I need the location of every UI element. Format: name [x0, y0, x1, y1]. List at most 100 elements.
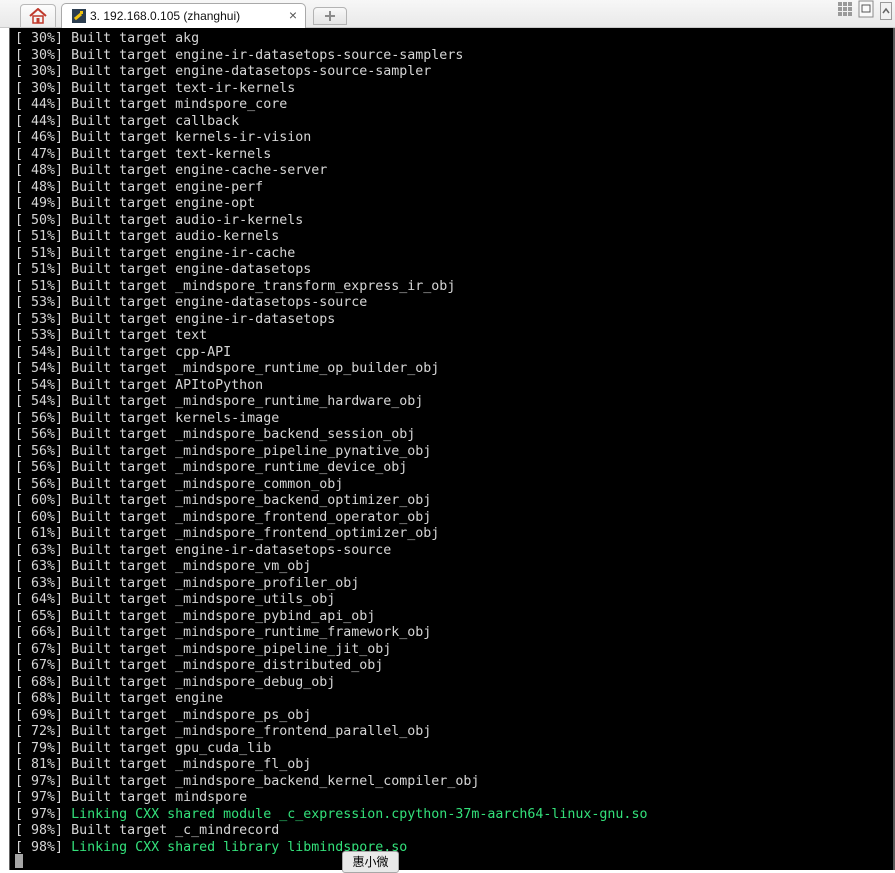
line-message: Built target audio-kernels: [71, 229, 280, 244]
line-percent: [ 60%]: [15, 493, 64, 508]
line-percent: [ 98%]: [15, 823, 64, 838]
line-message: Built target _mindspore_backend_optimize…: [71, 493, 432, 508]
line-message: Built target engine-perf: [71, 179, 264, 195]
line-percent: [ 66%]: [15, 625, 64, 640]
line-percent: [ 98%]: [15, 839, 64, 855]
line-percent: [ 56%]: [15, 476, 64, 492]
line-percent: [ 54%]: [15, 394, 64, 409]
line-percent: [ 61%]: [15, 526, 64, 541]
terminal-line: [ 51%] Built target engine-datasetops: [15, 262, 647, 279]
terminal-line: [ 67%] Built target _mindspore_distribut…: [15, 658, 647, 675]
close-icon[interactable]: ×: [286, 7, 300, 23]
line-message: Built target engine-ir-datasetops: [71, 311, 336, 327]
line-message: Built target engine-cache-server: [71, 163, 328, 178]
line-percent: [ 51%]: [15, 245, 64, 261]
tab-session[interactable]: 3. 192.168.0.105 (zhanghui) ×: [61, 3, 306, 28]
terminal-line: [ 56%] Built target kernels-image: [15, 411, 647, 428]
line-message: Built target engine-datasetops: [71, 262, 312, 277]
terminal-line: [ 63%] Built target _mindspore_vm_obj: [15, 559, 647, 576]
terminal-line: [ 30%] Built target text-ir-kernels: [15, 81, 647, 98]
line-message: Built target _mindspore_pipeline_pynativ…: [71, 443, 432, 459]
line-message: Built target engine-ir-datasetops-source…: [71, 47, 464, 63]
terminal-line: [ 54%] Built target _mindspore_runtime_o…: [15, 361, 647, 378]
terminal-line: [ 47%] Built target text-kernels: [15, 147, 647, 164]
line-percent: [ 65%]: [15, 608, 64, 624]
line-message: Built target _mindspore_pybind_api_obj: [71, 608, 376, 624]
line-percent: [ 63%]: [15, 542, 64, 558]
line-message: Built target _mindspore_backend_session_…: [71, 427, 416, 442]
line-message: Built target engine-datasetops-source: [71, 295, 368, 310]
line-percent: [ 64%]: [15, 592, 64, 607]
terminal-line: [ 51%] Built target audio-kernels: [15, 229, 647, 246]
line-percent: [ 67%]: [15, 658, 64, 673]
line-message: Built target audio-ir-kernels: [71, 212, 304, 228]
line-message: Built target _mindspore_frontend_paralle…: [71, 724, 432, 739]
line-percent: [ 69%]: [15, 707, 64, 723]
line-percent: [ 79%]: [15, 740, 64, 756]
grid-icon[interactable]: [837, 1, 853, 17]
line-percent: [ 30%]: [15, 80, 64, 96]
line-message: Built target engine-ir-cache: [71, 245, 296, 261]
line-message: Built target _mindspore_runtime_hardware…: [71, 394, 424, 409]
terminal-line: [ 97%] Linking CXX shared module _c_expr…: [15, 807, 647, 824]
line-percent: [ 56%]: [15, 427, 64, 442]
line-percent: [ 68%]: [15, 674, 64, 690]
new-tab-button[interactable]: [313, 7, 347, 25]
terminal-line: [ 61%] Built target _mindspore_frontend_…: [15, 526, 647, 543]
line-percent: [ 53%]: [15, 328, 64, 343]
line-message: Built target _mindspore_transform_expres…: [71, 278, 456, 294]
line-message: Built target cpp-API: [71, 344, 232, 360]
terminal-line: [ 56%] Built target _mindspore_pipeline_…: [15, 444, 647, 461]
line-message: Built target _mindspore_pipeline_jit_obj: [71, 641, 392, 657]
terminal-line: [ 51%] Built target engine-ir-cache: [15, 246, 647, 263]
terminal-line: [ 98%] Built target _c_mindrecord: [15, 823, 647, 840]
line-message: Built target text-kernels: [71, 146, 272, 162]
line-percent: [ 97%]: [15, 773, 64, 789]
terminal-line: [ 64%] Built target _mindspore_utils_obj: [15, 592, 647, 609]
terminal-line: [ 54%] Built target APItoPython: [15, 378, 647, 395]
terminal-line: [ 53%] Built target engine-datasetops-so…: [15, 295, 647, 312]
terminal-output[interactable]: [ 30%] Built target akg[ 30%] Built targ…: [9, 28, 895, 870]
terminal-line: [ 56%] Built target _mindspore_backend_s…: [15, 427, 647, 444]
line-percent: [ 51%]: [15, 278, 64, 294]
terminal-line: [ 46%] Built target kernels-ir-vision: [15, 130, 647, 147]
plus-icon: [325, 11, 335, 21]
line-message: Built target mindspore_core: [71, 97, 288, 112]
line-percent: [ 48%]: [15, 179, 64, 195]
line-message: Built target engine-datasetops-source-sa…: [71, 64, 432, 79]
terminal-line: [ 60%] Built target _mindspore_backend_o…: [15, 493, 647, 510]
line-percent: [ 46%]: [15, 130, 64, 145]
home-tab[interactable]: [20, 4, 56, 27]
line-message: Built target _mindspore_runtime_device_o…: [71, 460, 408, 475]
line-message: Built target _mindspore_ps_obj: [71, 707, 312, 723]
terminal-line: [ 30%] Built target akg: [15, 31, 647, 48]
line-message: Built target _mindspore_distributed_obj: [71, 658, 384, 673]
line-message: Built target APItoPython: [71, 377, 264, 393]
line-percent: [ 63%]: [15, 575, 64, 591]
line-percent: [ 30%]: [15, 31, 64, 46]
home-icon: [29, 8, 47, 24]
line-percent: [ 60%]: [15, 509, 64, 525]
line-percent: [ 63%]: [15, 559, 64, 574]
line-percent: [ 53%]: [15, 311, 64, 327]
terminal-line: [ 48%] Built target engine-perf: [15, 180, 647, 197]
restore-window-icon[interactable]: [858, 0, 874, 18]
line-percent: [ 30%]: [15, 47, 64, 63]
line-message: Built target mindspore: [71, 790, 248, 805]
terminal-line: [ 50%] Built target audio-ir-kernels: [15, 213, 647, 230]
line-percent: [ 54%]: [15, 344, 64, 360]
line-message: Built target engine-opt: [71, 196, 256, 211]
line-message: Built target _mindspore_frontend_operato…: [71, 509, 432, 525]
line-percent: [ 49%]: [15, 196, 64, 211]
scroll-up-icon[interactable]: [880, 2, 892, 20]
line-message: Built target _mindspore_common_obj: [71, 476, 344, 492]
line-percent: [ 47%]: [15, 146, 64, 162]
terminal-line: [ 79%] Built target gpu_cuda_lib: [15, 741, 647, 758]
line-message: Built target _mindspore_backend_kernel_c…: [71, 773, 480, 789]
line-message: Built target kernels-image: [71, 410, 280, 426]
line-percent: [ 67%]: [15, 641, 64, 657]
terminal-line: [ 53%] Built target text: [15, 328, 647, 345]
terminal-line: [ 67%] Built target _mindspore_pipeline_…: [15, 642, 647, 659]
line-percent: [ 68%]: [15, 691, 64, 706]
terminal-line: [ 98%] Linking CXX shared library libmin…: [15, 840, 647, 857]
